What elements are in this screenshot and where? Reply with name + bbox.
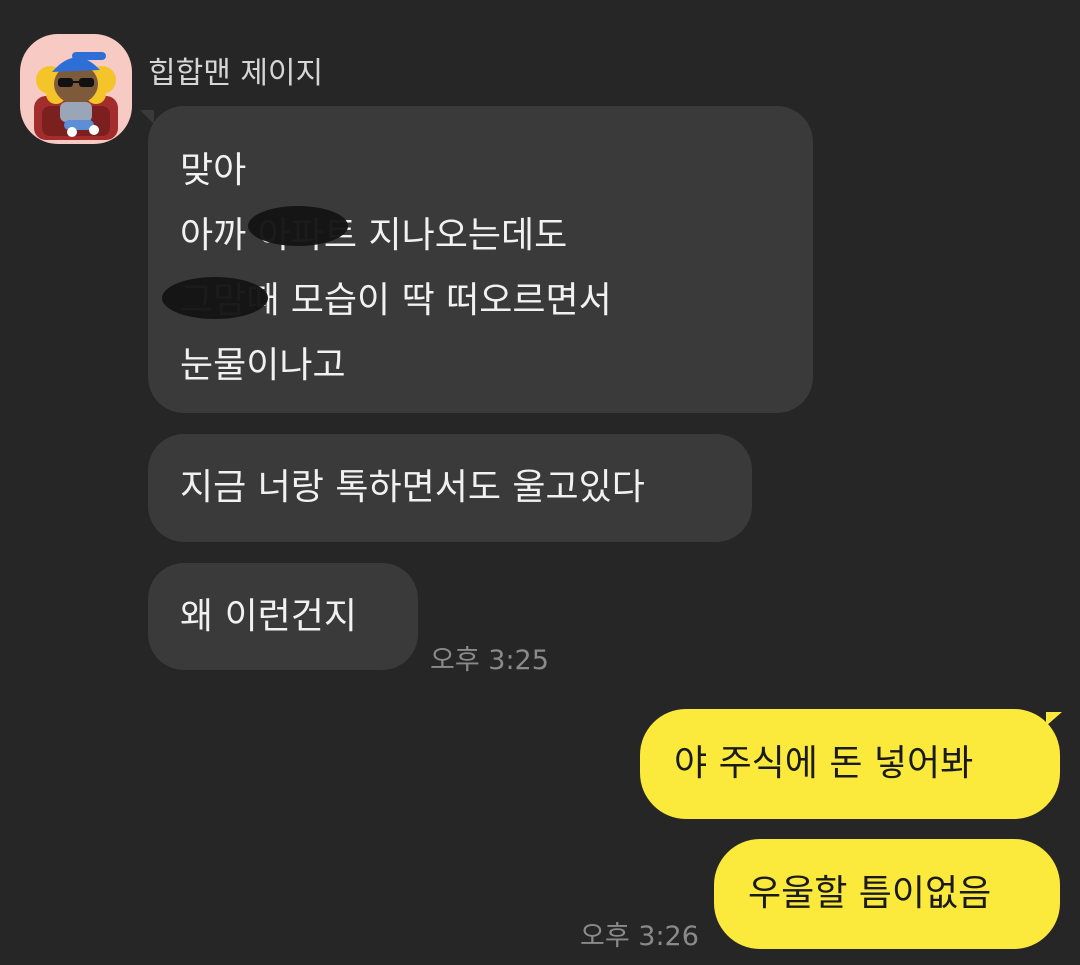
incoming-message-bubble[interactable]: 지금 너랑 톡하면서도 울고있다	[148, 434, 752, 542]
message-timestamp: 오후 3:26	[580, 921, 699, 952]
redaction-mark	[162, 277, 268, 319]
incoming-message-bubble[interactable]: 왜 이런건지	[148, 563, 418, 670]
sender-name: 힙합맨 제이지	[148, 56, 324, 91]
outgoing-message-bubble[interactable]: 야 주식에 돈 넣어봐	[640, 709, 1060, 819]
incoming-message-bubble[interactable]: 맞아 아까 아파트 지나오는데도 그맘때 모습이 딱 떠오르면서 눈물이나고	[148, 106, 813, 413]
character-avatar-icon	[34, 52, 118, 140]
message-line: 야 주식에 돈 넣어봐	[674, 743, 974, 784]
message-line: 맞아	[180, 150, 247, 191]
redaction-mark	[248, 206, 348, 246]
message-line: 우울할 틈이없음	[748, 873, 992, 914]
message-line: 눈물이나고	[180, 345, 346, 386]
bubble-tail	[140, 110, 154, 124]
message-line: 지금 너랑 톡하면서도 울고있다	[180, 467, 645, 508]
message-timestamp: 오후 3:25	[430, 645, 549, 676]
message-line: 왜 이런건지	[180, 596, 358, 637]
outgoing-message-bubble[interactable]: 우울할 틈이없음	[714, 839, 1060, 949]
avatar[interactable]	[20, 34, 132, 144]
message-line: 그맘때 모습이 딱 떠오르면서	[180, 280, 612, 321]
